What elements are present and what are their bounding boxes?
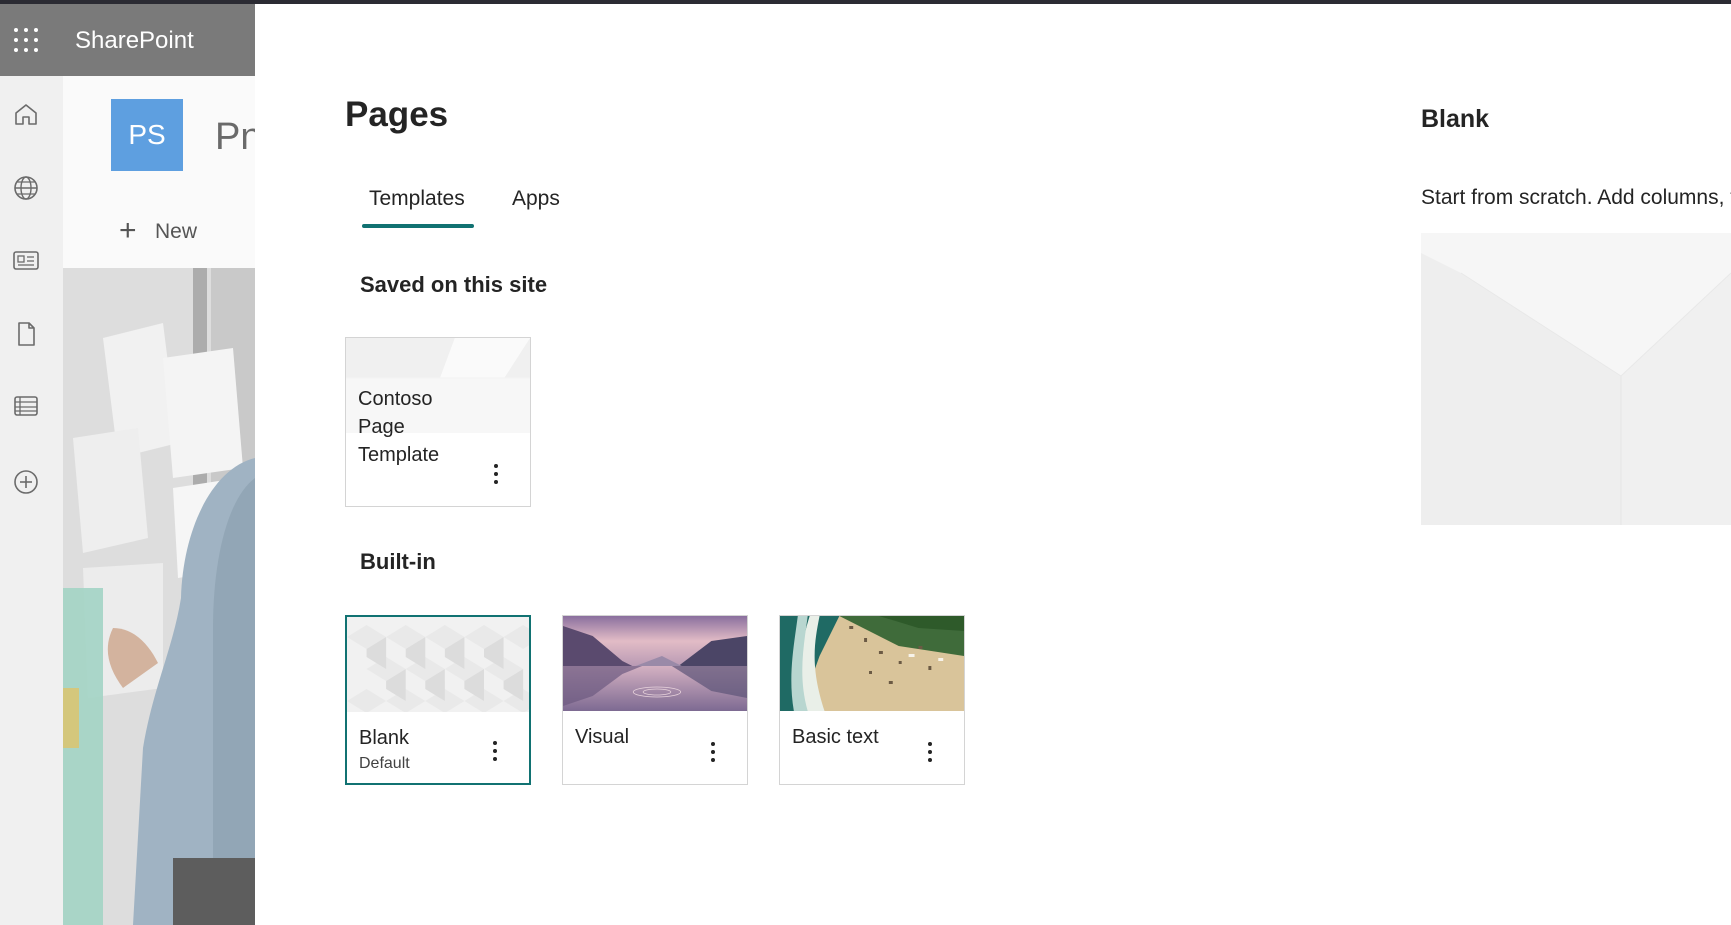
more-options-icon[interactable] [486,460,506,490]
preview-description: Start from scratch. Add columns, t [1421,186,1731,209]
add-circle-icon[interactable] [10,466,42,498]
template-card-subtitle: Default [359,755,410,772]
home-icon[interactable] [10,98,42,130]
active-tab-indicator [362,224,474,228]
blank-thumbnail [347,617,529,712]
more-options-icon[interactable] [920,738,940,768]
basic-text-thumbnail [780,616,964,711]
template-card-contoso[interactable]: Contoso Page Template [345,337,531,507]
section-heading-builtin: Built-in [360,549,436,574]
site-logo[interactable]: PS [111,99,183,171]
plus-icon: + [119,214,137,247]
site-header: PS Pn + New ⌄ [63,76,255,268]
more-options-icon[interactable] [703,738,723,768]
section-heading-saved: Saved on this site [360,272,548,297]
new-button-label: New [155,220,198,243]
template-card-blank[interactable]: Blank Default [345,615,531,785]
panel-title: Pages [345,95,449,134]
preview-title: Blank [1421,105,1490,133]
left-navigation-rail [0,76,63,925]
news-icon[interactable] [10,244,42,276]
template-card-title: Visual [575,726,630,748]
tab-templates[interactable]: Templates [369,187,465,211]
site-name[interactable]: Pn [215,116,255,159]
template-card-title: Contoso Page Template [358,388,440,466]
template-card-basic-text[interactable]: Basic text [779,615,965,785]
template-card-title: Blank [359,727,410,749]
globe-icon[interactable] [10,172,42,204]
preview-image [1421,233,1731,525]
tab-apps[interactable]: Apps [512,187,560,211]
template-card-visual[interactable]: Visual [562,615,748,785]
list-icon[interactable] [10,390,42,422]
more-options-icon[interactable] [485,737,505,767]
visual-thumbnail [563,616,747,711]
suite-bar: SharePoint [0,4,255,76]
document-icon[interactable] [10,318,42,350]
app-name[interactable]: SharePoint [75,27,194,55]
hero-image [63,268,255,925]
template-card-title: Basic text [792,726,879,748]
app-launcher-icon[interactable] [14,28,40,54]
